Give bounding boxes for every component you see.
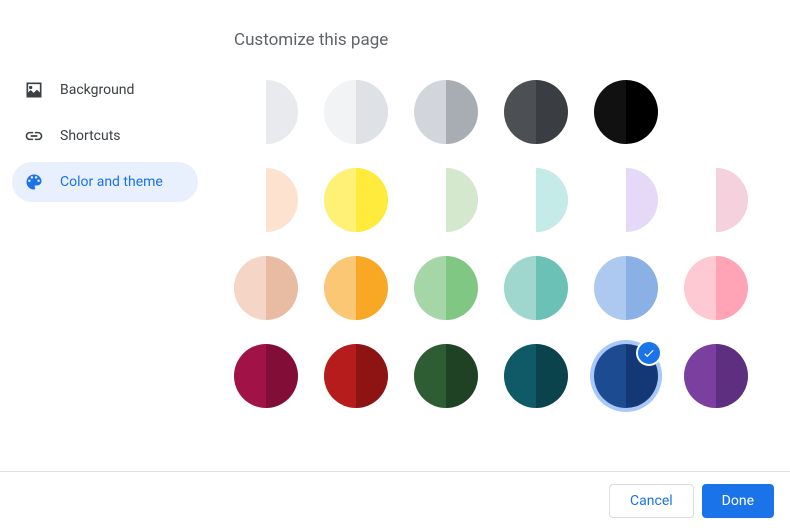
color-swatch-16[interactable] — [594, 256, 658, 320]
sidebar-item-shortcuts[interactable]: Shortcuts — [12, 116, 198, 156]
color-swatch-0[interactable] — [234, 80, 298, 144]
color-swatch-17[interactable] — [684, 256, 748, 320]
color-swatch-9[interactable] — [504, 168, 568, 232]
link-icon — [24, 126, 44, 146]
color-swatch-6[interactable] — [234, 168, 298, 232]
cancel-button[interactable]: Cancel — [609, 484, 694, 518]
color-swatch-7[interactable] — [324, 168, 388, 232]
footer: Cancel Done — [0, 471, 790, 530]
image-icon — [24, 80, 44, 100]
color-swatch-10[interactable] — [594, 168, 658, 232]
sidebar-item-background[interactable]: Background — [12, 70, 198, 110]
color-swatch-5[interactable] — [684, 80, 748, 144]
color-swatch-14[interactable] — [414, 256, 478, 320]
done-button[interactable]: Done — [702, 484, 774, 518]
sidebar-item-color-theme[interactable]: Color and theme — [12, 162, 198, 202]
sidebar: Background Shortcuts Color and theme — [0, 0, 210, 471]
page-title: Customize this page — [234, 30, 766, 50]
swatch-grid — [234, 80, 766, 408]
sidebar-item-label: Shortcuts — [60, 128, 121, 144]
color-swatch-4[interactable] — [594, 80, 658, 144]
content-panel: Customize this page — [210, 0, 790, 471]
color-swatch-22[interactable] — [594, 344, 658, 408]
color-swatch-11[interactable] — [684, 168, 748, 232]
check-icon — [638, 342, 660, 364]
color-swatch-2[interactable] — [414, 80, 478, 144]
sidebar-item-label: Background — [60, 82, 134, 98]
color-swatch-1[interactable] — [324, 80, 388, 144]
color-swatch-8[interactable] — [414, 168, 478, 232]
palette-icon — [24, 172, 44, 192]
color-swatch-18[interactable] — [234, 344, 298, 408]
color-swatch-13[interactable] — [324, 256, 388, 320]
color-swatch-12[interactable] — [234, 256, 298, 320]
color-swatch-23[interactable] — [684, 344, 748, 408]
color-swatch-15[interactable] — [504, 256, 568, 320]
color-swatch-19[interactable] — [324, 344, 388, 408]
color-swatch-3[interactable] — [504, 80, 568, 144]
sidebar-item-label: Color and theme — [60, 174, 163, 190]
color-swatch-21[interactable] — [504, 344, 568, 408]
color-swatch-20[interactable] — [414, 344, 478, 408]
